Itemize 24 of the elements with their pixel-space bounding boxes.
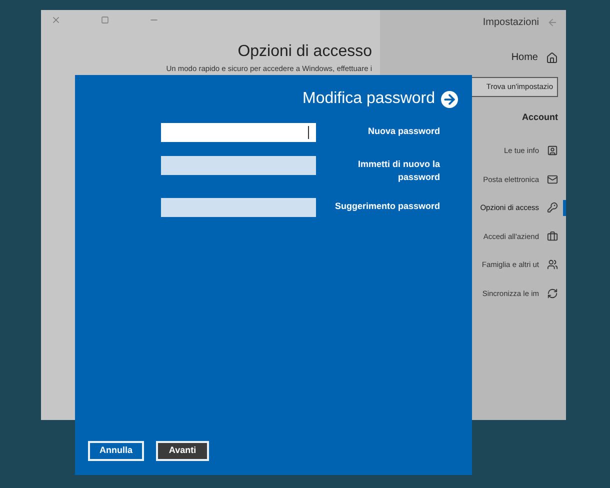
- person-icon: [547, 259, 558, 270]
- input-field[interactable]: [161, 198, 316, 217]
- contact-card-icon: [547, 145, 558, 156]
- cancel-button[interactable]: Annulla: [88, 441, 144, 461]
- page-title: Opzioni di accesso: [238, 43, 372, 61]
- sync-icon: [547, 288, 558, 299]
- input-field[interactable]: [161, 156, 316, 175]
- mail-icon: [547, 174, 558, 185]
- field-label: Immetti di nuovo la password: [356, 158, 440, 184]
- home-link[interactable]: Home: [386, 50, 558, 65]
- text-cursor: [308, 126, 309, 139]
- field-label: Suggerimento password: [334, 200, 440, 213]
- maximize-icon[interactable]: [101, 16, 109, 24]
- section-heading: Account: [521, 111, 558, 124]
- window-title: Impostazioni: [482, 16, 539, 30]
- input-field[interactable]: [161, 123, 316, 142]
- key-icon: [547, 202, 558, 214]
- close-icon[interactable]: [51, 15, 61, 25]
- home-icon: [546, 52, 558, 64]
- next-button[interactable]: Avanti: [156, 441, 209, 461]
- briefcase-icon: [547, 230, 558, 242]
- selection-bar: [563, 200, 566, 216]
- back-icon[interactable]: [547, 16, 558, 28]
- field-label: Nuova password: [366, 125, 440, 138]
